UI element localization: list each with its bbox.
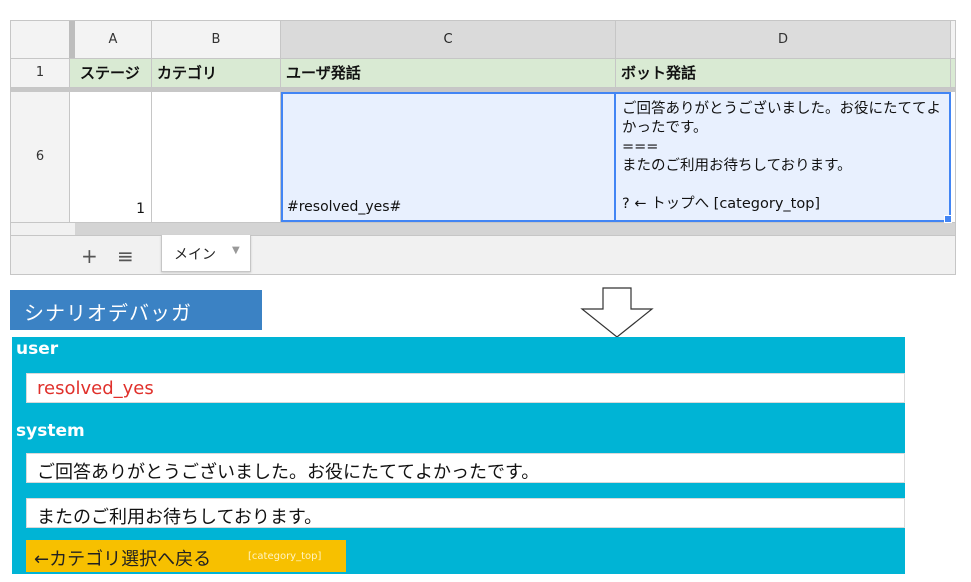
- list-icon[interactable]: ≡: [117, 246, 134, 266]
- stage-value: 1: [136, 201, 145, 217]
- debugger-title-box: シナリオデバッガ: [10, 290, 262, 330]
- back-to-category-button[interactable]: ←カテゴリ選択へ戻る [category_top]: [26, 540, 346, 572]
- bot-utterance-value: ご回答ありがとうございました。お役にたててよかったです。 === またのご利用お…: [622, 101, 941, 212]
- fill-handle[interactable]: [944, 215, 952, 223]
- user-utterance-value: #resolved_yes#: [287, 199, 402, 215]
- plus-icon[interactable]: +: [81, 246, 98, 266]
- system-role-label: system: [16, 421, 85, 441]
- header-row: 1 ステージ カテゴリ ユーザ発話 ボット発話: [11, 59, 955, 88]
- horizontal-scrollbar[interactable]: [75, 223, 955, 235]
- column-header-a[interactable]: A: [75, 21, 152, 58]
- column-header-c[interactable]: C: [281, 21, 616, 58]
- table-row: 6 1 #resolved_yes# ご回答ありがとうございました。お役にたてて…: [11, 92, 955, 223]
- system-message-text-2: またのご利用お待ちしております。: [37, 507, 323, 528]
- header-cell-user-utterance[interactable]: ユーザ発話: [281, 59, 616, 87]
- cell-user-utterance[interactable]: #resolved_yes#: [281, 92, 616, 222]
- header-cell-bot-utterance[interactable]: ボット発話: [616, 59, 951, 87]
- user-message-text: resolved_yes: [37, 378, 154, 399]
- caret-down-icon[interactable]: ▼: [232, 245, 240, 256]
- cell-stage[interactable]: 1: [75, 92, 152, 222]
- column-header-d[interactable]: D: [616, 21, 951, 58]
- system-message-text-1: ご回答ありがとうございました。お役にたててよかったです。: [37, 462, 540, 483]
- header-cell-category[interactable]: カテゴリ: [152, 59, 281, 87]
- cell-bot-utterance[interactable]: ご回答ありがとうございました。お役にたててよかったです。 === またのご利用お…: [614, 92, 952, 223]
- back-to-category-label: ←カテゴリ選択へ戻る: [34, 549, 212, 570]
- system-message-1: ご回答ありがとうございました。お役にたててよかったです。: [26, 453, 905, 483]
- column-header-b[interactable]: B: [152, 21, 281, 58]
- user-role-label: user: [16, 339, 59, 359]
- arrow-down-outline-icon: [580, 287, 654, 338]
- row-header-1[interactable]: 1: [11, 59, 70, 87]
- spreadsheet: A B C D 1 ステージ カテゴリ ユーザ発話 ボット発話 6 1 #res…: [10, 20, 956, 275]
- sheet-tab-bar: + ≡ メイン ▼: [11, 235, 955, 274]
- sheet-tab-label: メイン: [174, 247, 216, 263]
- header-cell-stage[interactable]: ステージ: [75, 59, 152, 87]
- user-message: resolved_yes: [26, 373, 905, 403]
- scroll-gutter: [11, 223, 76, 235]
- cell-category[interactable]: [152, 92, 281, 222]
- sheet-tab-main[interactable]: メイン ▼: [161, 235, 251, 272]
- debugger-title: シナリオデバッガ: [24, 301, 192, 325]
- category-top-tag: [category_top]: [248, 551, 322, 562]
- column-header-row: A B C D: [11, 21, 955, 59]
- row-header-6[interactable]: 6: [11, 92, 70, 222]
- debugger-panel: user resolved_yes system ご回答ありがとうございました。…: [12, 337, 905, 574]
- select-all-corner[interactable]: [11, 21, 70, 58]
- system-message-2: またのご利用お待ちしております。: [26, 498, 905, 528]
